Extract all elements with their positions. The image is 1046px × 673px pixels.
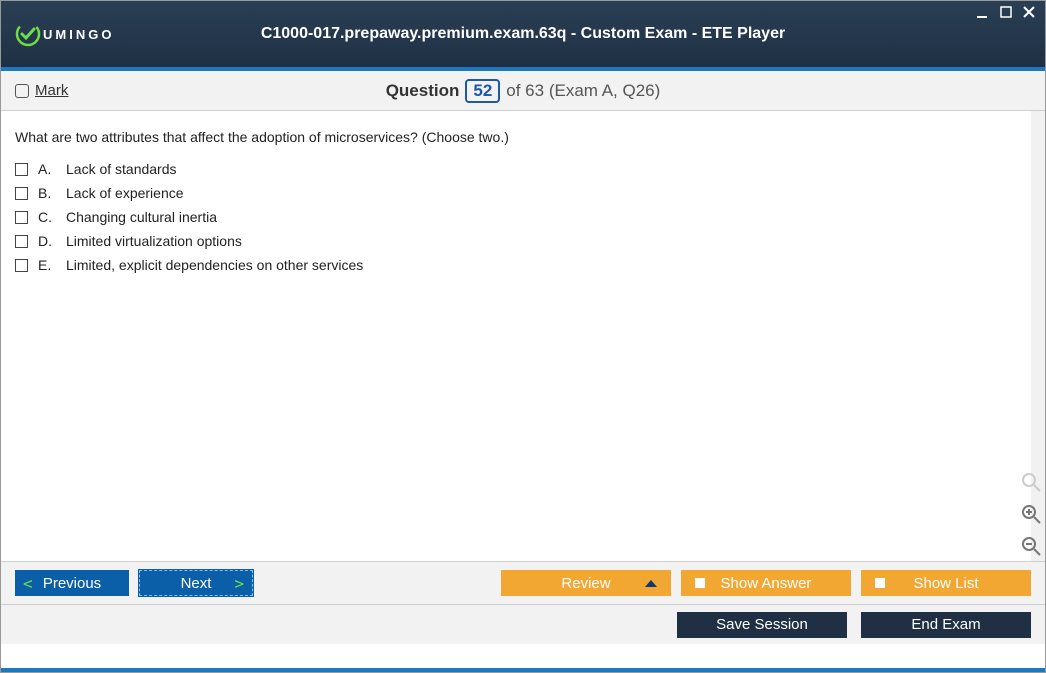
answer-checkbox[interactable] — [15, 235, 28, 248]
answer-letter: B. — [38, 185, 56, 201]
answer-text: Changing cultural inertia — [66, 209, 217, 225]
answer-text: Lack of standards — [66, 161, 177, 177]
window-controls — [975, 4, 1037, 20]
question-content: What are two attributes that affect the … — [1, 111, 1045, 561]
question-text: What are two attributes that affect the … — [15, 129, 1017, 145]
titlebar: UMINGO C1000-017.prepaway.premium.exam.6… — [1, 1, 1045, 67]
nav-bar: < Previous Next > Review Show Answer Sho… — [1, 561, 1045, 604]
session-bar: Save Session End Exam — [1, 604, 1045, 644]
zoom-panel — [1018, 469, 1044, 559]
stop-icon — [695, 578, 705, 588]
minimize-icon[interactable] — [975, 4, 991, 20]
chevron-right-icon: > — [234, 574, 244, 593]
save-session-button[interactable]: Save Session — [677, 612, 847, 638]
answer-checkbox[interactable] — [15, 259, 28, 272]
zoom-out-icon[interactable] — [1018, 533, 1044, 559]
answer-letter: A. — [38, 161, 56, 177]
show-list-button[interactable]: Show List — [861, 570, 1031, 596]
previous-button[interactable]: < Previous — [15, 570, 129, 596]
logo-text: UMINGO — [43, 27, 114, 42]
answer-text: Limited virtualization options — [66, 233, 242, 249]
mark-label: Mark — [35, 82, 68, 99]
check-circle-icon — [15, 21, 41, 47]
answer-letter: C. — [38, 209, 56, 225]
answer-checkbox[interactable] — [15, 211, 28, 224]
current-question-number: 52 — [465, 79, 500, 103]
review-button[interactable]: Review — [501, 570, 671, 596]
footer-separator — [1, 668, 1045, 672]
next-button[interactable]: Next > — [139, 570, 253, 596]
window-title: C1000-017.prepaway.premium.exam.63q - Cu… — [1, 25, 1045, 43]
answer-letter: D. — [38, 233, 56, 249]
answer-text: Limited, explicit dependencies on other … — [66, 257, 363, 273]
mark-toggle[interactable]: Mark — [15, 82, 68, 99]
show-answer-button[interactable]: Show Answer — [681, 570, 851, 596]
answer-option[interactable]: D. Limited virtualization options — [15, 233, 1017, 249]
chevron-left-icon: < — [23, 574, 33, 593]
answer-letter: E. — [38, 257, 56, 273]
triangle-up-icon — [645, 580, 657, 587]
maximize-icon[interactable] — [998, 4, 1014, 20]
answer-option[interactable]: B. Lack of experience — [15, 185, 1017, 201]
answer-checkbox[interactable] — [15, 187, 28, 200]
end-exam-button[interactable]: End Exam — [861, 612, 1031, 638]
mark-checkbox[interactable] — [15, 84, 29, 98]
answer-checkbox[interactable] — [15, 163, 28, 176]
answer-option[interactable]: E. Limited, explicit dependencies on othe… — [15, 257, 1017, 273]
zoom-in-icon[interactable] — [1018, 501, 1044, 527]
answer-option[interactable]: C. Changing cultural inertia — [15, 209, 1017, 225]
answer-text: Lack of experience — [66, 185, 184, 201]
question-position: Question 52 of 63 (Exam A, Q26) — [1, 79, 1045, 103]
question-bar: Mark Question 52 of 63 (Exam A, Q26) — [1, 71, 1045, 111]
stop-icon — [875, 578, 885, 588]
app-logo: UMINGO — [15, 21, 114, 47]
close-icon[interactable] — [1021, 4, 1037, 20]
answer-option[interactable]: A. Lack of standards — [15, 161, 1017, 177]
search-icon[interactable] — [1018, 469, 1044, 495]
